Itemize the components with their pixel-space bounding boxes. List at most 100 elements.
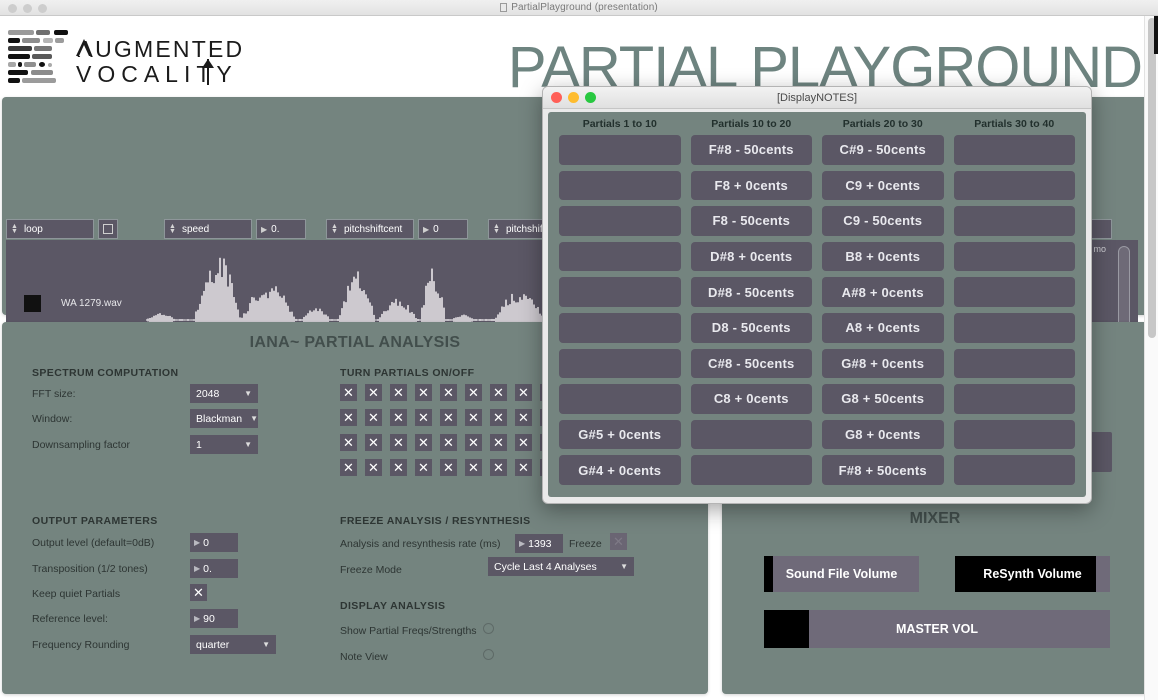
note-cell-2-5[interactable]: D#8 - 50cents	[690, 277, 812, 307]
partial-toggle-18[interactable]: ✕	[515, 409, 532, 426]
note-cell-1-1[interactable]	[559, 135, 681, 165]
stepper-icon[interactable]: ▲ ▼	[331, 223, 338, 235]
partial-toggle-23[interactable]: ✕	[390, 434, 407, 451]
partial-toggle-14[interactable]: ✕	[415, 409, 432, 426]
note-cell-2-7[interactable]: C#8 - 50cents	[690, 348, 812, 379]
partial-toggle-26[interactable]: ✕	[465, 434, 482, 451]
note-cell-2-6[interactable]: D8 - 50cents	[690, 312, 812, 343]
partial-toggle-16[interactable]: ✕	[465, 409, 482, 426]
downsampling-dropdown[interactable]: 1 ▼	[190, 435, 258, 454]
note-cell-2-1[interactable]: F#8 - 50cents	[690, 135, 812, 165]
loop-toggle[interactable]	[98, 219, 118, 239]
note-cell-2-4[interactable]: D#8 + 0cents	[690, 241, 812, 272]
partial-toggle-12[interactable]: ✕	[365, 409, 382, 426]
frequency-rounding-dropdown[interactable]: quarter ▼	[190, 635, 276, 654]
note-cell-1-8[interactable]	[559, 384, 681, 414]
partial-toggle-13[interactable]: ✕	[390, 409, 407, 426]
occluded-control[interactable]	[1090, 432, 1112, 472]
note-cell-2-3[interactable]: F8 - 50cents	[690, 206, 812, 236]
partial-toggle-37[interactable]: ✕	[490, 459, 507, 476]
note-view-radio[interactable]	[483, 649, 494, 660]
minimize-button[interactable]	[23, 4, 32, 13]
pitchshiftcent-numbox[interactable]: ▲ ▼ pitchshiftcent	[326, 219, 414, 239]
close-button[interactable]	[8, 4, 17, 13]
partial-toggle-7[interactable]: ✕	[490, 384, 507, 401]
partial-toggle-1[interactable]: ✕	[340, 384, 357, 401]
note-cell-3-4[interactable]: B8 + 0cents	[822, 241, 944, 272]
notes-traffic-lights[interactable]	[551, 92, 596, 103]
note-cell-2-9[interactable]	[690, 419, 812, 450]
note-cell-4-7[interactable]	[953, 348, 1075, 379]
partial-toggle-21[interactable]: ✕	[340, 434, 357, 451]
note-cell-3-9[interactable]: G8 + 0cents	[822, 419, 944, 450]
partial-toggle-22[interactable]: ✕	[365, 434, 382, 451]
partial-toggle-3[interactable]: ✕	[390, 384, 407, 401]
note-cell-1-6[interactable]	[559, 312, 681, 343]
partial-toggle-35[interactable]: ✕	[440, 459, 457, 476]
loop-numbox[interactable]: ▲ ▼ loop	[6, 219, 94, 239]
note-cell-3-10[interactable]: F#8 + 50cents	[822, 455, 944, 485]
stepper-icon[interactable]: ▲ ▼	[493, 223, 500, 235]
note-cell-3-2[interactable]: C9 + 0cents	[822, 170, 944, 201]
partial-toggle-8[interactable]: ✕	[515, 384, 532, 401]
note-cell-4-3[interactable]	[953, 206, 1075, 236]
output-level-value[interactable]: ▶ 0	[190, 533, 238, 552]
note-cell-4-9[interactable]	[953, 419, 1075, 450]
keep-quiet-partials-toggle[interactable]: ✕	[190, 584, 207, 601]
partial-toggle-31[interactable]: ✕	[340, 459, 357, 476]
partial-toggle-33[interactable]: ✕	[390, 459, 407, 476]
transposition-value[interactable]: ▶ 0.	[190, 559, 238, 578]
partial-toggle-32[interactable]: ✕	[365, 459, 382, 476]
note-cell-4-1[interactable]	[953, 135, 1075, 165]
partial-toggle-4[interactable]: ✕	[415, 384, 432, 401]
stepper-icon[interactable]: ▲ ▼	[11, 223, 18, 235]
partial-toggle-24[interactable]: ✕	[415, 434, 432, 451]
window-traffic-lights[interactable]	[8, 4, 47, 13]
note-cell-4-8[interactable]	[953, 384, 1075, 414]
partial-toggle-34[interactable]: ✕	[415, 459, 432, 476]
partial-toggle-5[interactable]: ✕	[440, 384, 457, 401]
note-cell-3-8[interactable]: G8 + 50cents	[822, 384, 944, 414]
speed-value[interactable]: ▶ 0.	[256, 219, 306, 239]
fft-size-dropdown[interactable]: 2048 ▼	[190, 384, 258, 403]
note-cell-1-10[interactable]: G#4 + 0cents	[559, 455, 681, 485]
zoom-button[interactable]	[38, 4, 47, 13]
note-cell-1-4[interactable]	[559, 241, 681, 272]
note-cell-3-1[interactable]: C#9 - 50cents	[822, 135, 944, 165]
resynth-volume-slider[interactable]: ReSynth Volume	[955, 556, 1110, 592]
note-cell-1-2[interactable]	[559, 170, 681, 201]
partial-toggle-27[interactable]: ✕	[490, 434, 507, 451]
note-cell-4-5[interactable]	[953, 277, 1075, 307]
partial-toggle-36[interactable]: ✕	[465, 459, 482, 476]
window-dropdown[interactable]: Blackman ▼	[190, 409, 258, 428]
speed-numbox[interactable]: ▲ ▼ speed	[164, 219, 252, 239]
show-partial-freqs-radio[interactable]	[483, 623, 494, 634]
note-cell-3-5[interactable]: A#8 + 0cents	[822, 277, 944, 307]
notes-close-button[interactable]	[551, 92, 562, 103]
display-notes-window[interactable]: [DisplayNOTES] Partials 1 to 10 G#5 + 0ce…	[542, 86, 1092, 504]
notes-minimize-button[interactable]	[568, 92, 579, 103]
freeze-mode-dropdown[interactable]: Cycle Last 4 Analyses ▼	[488, 557, 634, 576]
partial-toggle-28[interactable]: ✕	[515, 434, 532, 451]
note-cell-4-6[interactable]	[953, 312, 1075, 343]
note-cell-2-8[interactable]: C8 + 0cents	[690, 384, 812, 414]
partial-toggle-38[interactable]: ✕	[515, 459, 532, 476]
stepper-icon[interactable]: ▲ ▼	[169, 223, 176, 235]
reference-level-value[interactable]: ▶ 90	[190, 609, 238, 628]
note-cell-1-9[interactable]: G#5 + 0cents	[559, 419, 681, 450]
partial-toggle-15[interactable]: ✕	[440, 409, 457, 426]
analysis-rate-value[interactable]: ▶ 1393	[515, 534, 563, 553]
freeze-toggle[interactable]: ✕	[610, 533, 627, 550]
note-cell-4-4[interactable]	[953, 241, 1075, 272]
note-cell-3-3[interactable]: C9 - 50cents	[822, 206, 944, 236]
note-cell-1-5[interactable]	[559, 277, 681, 307]
partial-toggle-2[interactable]: ✕	[365, 384, 382, 401]
note-cell-3-6[interactable]: A8 + 0cents	[822, 312, 944, 343]
partial-toggle-17[interactable]: ✕	[490, 409, 507, 426]
stop-icon[interactable]	[24, 295, 41, 312]
master-volume-slider[interactable]: MASTER VOL	[764, 610, 1110, 648]
note-cell-1-3[interactable]	[559, 206, 681, 236]
partial-toggle-6[interactable]: ✕	[465, 384, 482, 401]
note-cell-4-2[interactable]	[953, 170, 1075, 201]
notes-zoom-button[interactable]	[585, 92, 596, 103]
